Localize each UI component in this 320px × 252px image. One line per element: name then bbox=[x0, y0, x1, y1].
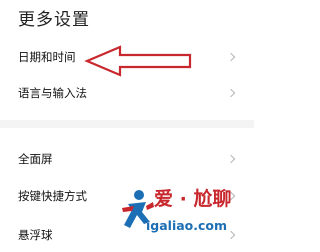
settings-item-label: 全面屏 bbox=[18, 152, 53, 166]
watermark-domain: igaliao.com bbox=[146, 218, 228, 233]
settings-item-full-screen[interactable]: 全面屏 bbox=[0, 142, 254, 176]
page-title: 更多设置 bbox=[18, 10, 90, 30]
settings-item-language-input[interactable]: 语言与输入法 bbox=[0, 76, 254, 110]
settings-item-label: 按键快捷方式 bbox=[18, 189, 87, 203]
section-divider bbox=[0, 120, 254, 128]
chevron-right-icon bbox=[226, 154, 236, 164]
watermark-logo-text: 爱 · 尬聊 bbox=[154, 188, 232, 210]
chevron-right-icon bbox=[226, 88, 236, 98]
settings-item-label: 悬浮球 bbox=[18, 228, 53, 242]
red-arrow-left-icon bbox=[84, 45, 192, 77]
settings-item-label: 语言与输入法 bbox=[18, 86, 87, 100]
chevron-right-icon bbox=[226, 52, 236, 62]
settings-item-label: 日期和时间 bbox=[18, 50, 76, 64]
watermark-logo: 爱 · 尬聊 igaliao.com bbox=[120, 182, 254, 244]
